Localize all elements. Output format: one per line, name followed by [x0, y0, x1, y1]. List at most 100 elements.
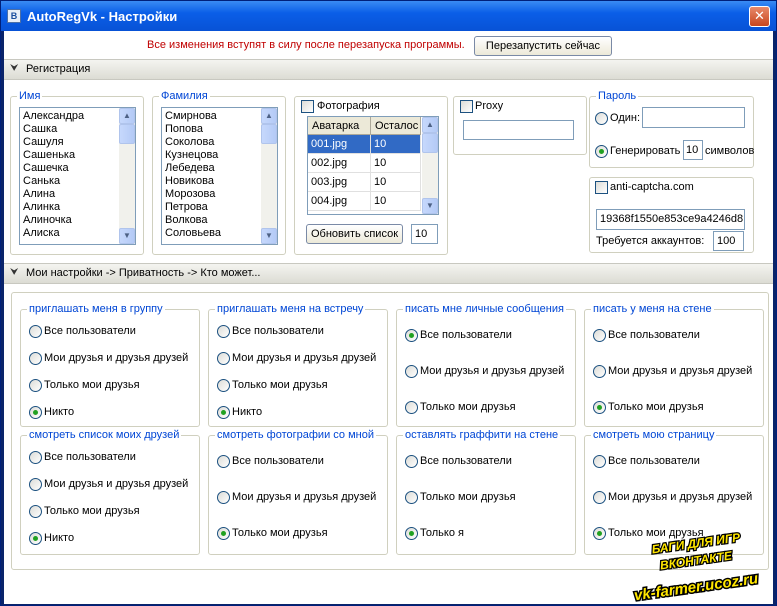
privacy-option-radio[interactable]: [593, 455, 606, 468]
list-item[interactable]: Сашуля: [23, 136, 117, 149]
grid-cell-remaining[interactable]: 10: [371, 135, 421, 154]
grid-header-avatar[interactable]: Аватарка: [308, 117, 371, 135]
names-scrollbar[interactable]: ▲ ▼: [119, 108, 135, 244]
list-item[interactable]: Сашенька: [23, 149, 117, 162]
privacy-option-label: Мои друзья и друзья друзей: [420, 365, 565, 377]
registration-section-header[interactable]: ⮟ Регистрация: [4, 59, 773, 80]
privacy-option-radio[interactable]: [217, 527, 230, 540]
privacy-option-radio[interactable]: [29, 352, 42, 365]
password-one-field[interactable]: [642, 107, 745, 128]
privacy-option-label: Мои друзья и друзья друзей: [608, 365, 753, 377]
surnames-listbox[interactable]: Смирнова Попова Соколова Кузнецова Лебедева Н…: [161, 107, 278, 245]
title-bar[interactable]: B AutoRegVk - Настройки ✕: [1, 1, 776, 31]
privacy-option-radio[interactable]: [29, 325, 42, 338]
list-item[interactable]: Алиночка: [23, 214, 117, 227]
list-item[interactable]: Сашка: [23, 123, 117, 136]
privacy-option-radio[interactable]: [217, 406, 230, 419]
restart-notice: Все изменения вступят в силу после перез…: [147, 39, 465, 51]
privacy-option-radio[interactable]: [217, 325, 230, 338]
scroll-down-icon[interactable]: ▼: [261, 228, 277, 244]
list-item[interactable]: Александра: [23, 110, 117, 123]
list-item[interactable]: Попова: [165, 123, 259, 136]
anticaptcha-checkbox[interactable]: [595, 181, 608, 194]
app-window: B AutoRegVk - Настройки ✕ Все изменения …: [0, 0, 777, 606]
settings-section-label: Мои настройки -> Приватность -> Кто може…: [26, 267, 261, 279]
anticaptcha-key-field[interactable]: 19368f1550e853ce9a4246d8: [596, 209, 745, 230]
grid-header-remaining[interactable]: Осталос: [371, 117, 421, 135]
scroll-thumb[interactable]: [119, 124, 135, 144]
password-length-field[interactable]: 10: [683, 140, 703, 160]
scroll-up-icon[interactable]: ▲: [422, 117, 438, 133]
list-item[interactable]: Кузнецова: [165, 149, 259, 162]
photo-grid[interactable]: Аватарка Осталос 001.jpg 10 002.jpg 10 003.j…: [307, 116, 439, 215]
privacy-option-label: Все пользователи: [232, 325, 324, 337]
list-item[interactable]: Смирнова: [165, 110, 259, 123]
password-one-radio[interactable]: [595, 112, 608, 125]
grid-cell-file[interactable]: 001.jpg: [308, 135, 371, 154]
privacy-option-radio[interactable]: [29, 379, 42, 392]
proxy-field[interactable]: [463, 120, 574, 140]
privacy-option-radio[interactable]: [405, 365, 418, 378]
scroll-up-icon[interactable]: ▲: [119, 108, 135, 124]
list-item[interactable]: Петрова: [165, 201, 259, 214]
privacy-option-radio[interactable]: [405, 455, 418, 468]
photo-checkbox[interactable]: [301, 100, 314, 113]
privacy-option-radio[interactable]: [217, 491, 230, 504]
grid-cell-file[interactable]: 003.jpg: [308, 173, 371, 192]
privacy-option-radio[interactable]: [405, 329, 418, 342]
surnames-scrollbar[interactable]: ▲ ▼: [261, 108, 277, 244]
password-generate-radio[interactable]: [595, 145, 608, 158]
privacy-option-radio[interactable]: [405, 527, 418, 540]
grid-cell-remaining[interactable]: 10: [371, 154, 421, 173]
list-item[interactable]: Алиска: [23, 227, 117, 240]
settings-section-header[interactable]: ⮟ Мои настройки -> Приватность -> Кто мо…: [4, 263, 773, 284]
privacy-option-radio[interactable]: [29, 478, 42, 491]
privacy-option-radio[interactable]: [405, 491, 418, 504]
anticaptcha-label: anti-captcha.com: [610, 181, 694, 193]
photo-count-field[interactable]: 10: [411, 224, 438, 244]
scroll-up-icon[interactable]: ▲: [261, 108, 277, 124]
privacy-option-radio[interactable]: [217, 379, 230, 392]
grid-cell-remaining[interactable]: 10: [371, 173, 421, 192]
privacy-option-radio[interactable]: [593, 365, 606, 378]
list-item[interactable]: Соколова: [165, 136, 259, 149]
list-item[interactable]: Морозова: [165, 188, 259, 201]
privacy-option-radio[interactable]: [29, 505, 42, 518]
privacy-option-radio[interactable]: [593, 401, 606, 414]
privacy-option-radio[interactable]: [217, 352, 230, 365]
scroll-thumb[interactable]: [422, 133, 438, 153]
privacy-option-radio[interactable]: [593, 329, 606, 342]
scroll-down-icon[interactable]: ▼: [422, 198, 438, 214]
list-item[interactable]: Соловьева: [165, 227, 259, 240]
names-listbox[interactable]: Александра Сашка Сашуля Сашенька Сашечка Сань…: [19, 107, 136, 245]
privacy-option-radio[interactable]: [405, 401, 418, 414]
proxy-checkbox[interactable]: [460, 100, 473, 113]
scroll-thumb[interactable]: [261, 124, 277, 144]
refresh-list-button[interactable]: Обновить список: [306, 224, 403, 244]
window-title: AutoRegVk - Настройки: [27, 9, 178, 24]
privacy-option-radio[interactable]: [217, 455, 230, 468]
scroll-down-icon[interactable]: ▼: [119, 228, 135, 244]
privacy-group-title: смотреть мою страницу: [591, 429, 717, 441]
grid-cell-remaining[interactable]: 10: [371, 192, 421, 211]
photo-grid-scrollbar[interactable]: ▲ ▼: [422, 117, 438, 214]
privacy-option-radio[interactable]: [29, 451, 42, 464]
privacy-option-radio[interactable]: [593, 527, 606, 540]
list-item[interactable]: Алинка: [23, 201, 117, 214]
list-item[interactable]: Волкова: [165, 214, 259, 227]
photo-label: Фотография: [317, 100, 380, 112]
close-button[interactable]: ✕: [749, 6, 770, 27]
privacy-option-radio[interactable]: [29, 532, 42, 545]
privacy-option-radio[interactable]: [29, 406, 42, 419]
grid-cell-file[interactable]: 004.jpg: [308, 192, 371, 211]
list-item[interactable]: Санька: [23, 175, 117, 188]
list-item[interactable]: Алина: [23, 188, 117, 201]
grid-cell-file[interactable]: 002.jpg: [308, 154, 371, 173]
client-area: Все изменения вступят в силу после перез…: [4, 31, 773, 604]
list-item[interactable]: Сашечка: [23, 162, 117, 175]
privacy-option-radio[interactable]: [593, 491, 606, 504]
restart-now-button[interactable]: Перезапустить сейчас: [474, 36, 612, 56]
list-item[interactable]: Лебедева: [165, 162, 259, 175]
accounts-required-field[interactable]: 100: [713, 231, 744, 251]
list-item[interactable]: Новикова: [165, 175, 259, 188]
